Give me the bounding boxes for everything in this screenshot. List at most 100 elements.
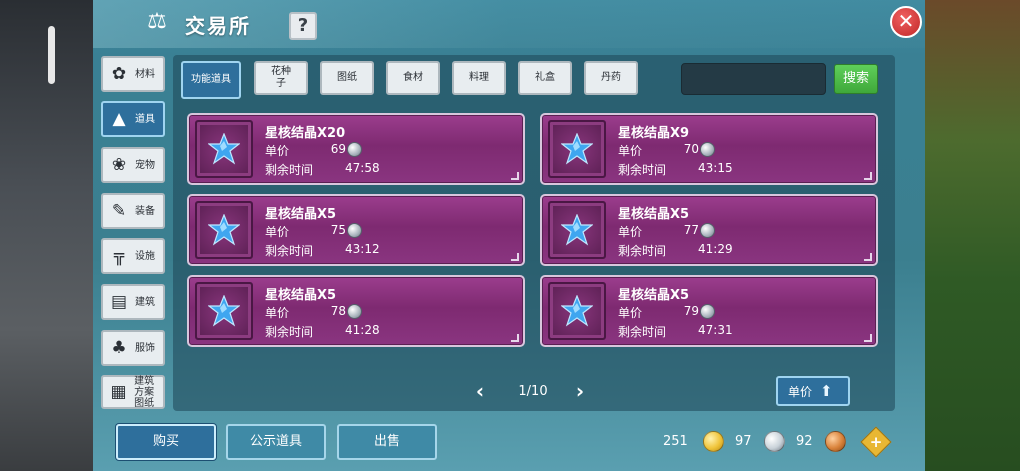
silver-coin-icon: [347, 223, 362, 238]
tab-label: 功能道具: [191, 74, 231, 85]
star-crystal-icon: [561, 133, 593, 165]
category-equipment[interactable]: ✎ 装备: [101, 193, 165, 229]
category-label: 道具: [135, 113, 155, 125]
time-left-label: 剩余时间: [618, 244, 667, 258]
tab-pills[interactable]: 丹药: [584, 61, 638, 95]
item-thumbnail: [195, 120, 253, 178]
listing-card[interactable]: 星核结晶X5 单价 77 剩余时间 41:29: [540, 194, 878, 266]
tab-label: 丹药: [601, 72, 621, 83]
item-thumbnail: [548, 282, 606, 340]
time-left-label: 剩余时间: [265, 325, 314, 339]
item-price: 69: [330, 142, 346, 156]
facility-icon: ╦: [113, 246, 125, 266]
tab-ingredients[interactable]: 食材: [386, 61, 440, 95]
blueprint-icon: ▦: [110, 382, 127, 402]
category-items[interactable]: ▲ 道具: [101, 101, 165, 137]
side-drawer-handle[interactable]: [48, 26, 55, 84]
item-name: 星核结晶X5: [265, 207, 337, 222]
item-time-left: 41:29: [698, 242, 733, 256]
plus-icon: +: [869, 433, 883, 451]
page-title: 交易所: [185, 14, 251, 38]
item-name: 星核结晶X5: [265, 288, 337, 303]
copper-amount: 92: [796, 434, 813, 449]
next-page-button[interactable]: ›: [572, 381, 588, 401]
sort-arrow-icon: ⬆: [820, 382, 833, 400]
item-time-left: 47:31: [698, 323, 733, 337]
category-label: 装备: [135, 205, 155, 217]
item-time-left: 41:28: [345, 323, 380, 337]
item-name: 星核结晶X5: [618, 288, 690, 303]
time-left-label: 剩余时间: [618, 163, 667, 177]
gold-coin-icon: [703, 431, 724, 452]
time-left-label: 剩余时间: [618, 325, 667, 339]
item-name: 星核结晶X9: [618, 126, 690, 141]
buy-button[interactable]: 购买: [116, 424, 216, 460]
category-facilities[interactable]: ╦ 设施: [101, 238, 165, 274]
corner-ornament: [511, 334, 519, 342]
category-clothing[interactable]: ♣ 服饰: [101, 330, 165, 366]
price-label: 单价: [618, 144, 643, 158]
corner-ornament: [511, 253, 519, 261]
category-label: 宠物: [135, 159, 155, 171]
prev-page-button[interactable]: ‹: [472, 381, 488, 401]
tab-function-items[interactable]: 功能道具: [181, 61, 241, 99]
star-crystal-icon: [208, 295, 240, 327]
star-crystal-icon: [208, 214, 240, 246]
potion-icon: ▲: [112, 109, 126, 129]
item-name: 星核结晶X20: [265, 126, 346, 141]
category-label: 设施: [135, 250, 155, 262]
category-buildings[interactable]: ▤ 建筑: [101, 284, 165, 320]
silver-coin-icon: [347, 142, 362, 157]
search-button[interactable]: 搜索: [834, 64, 878, 94]
item-price: 79: [683, 304, 699, 318]
sort-label: 单价: [788, 384, 813, 399]
tab-flower-seeds[interactable]: 花种子: [254, 61, 308, 95]
public-items-button[interactable]: 公示道具: [226, 424, 326, 460]
category-label: 建筑方案图纸: [134, 375, 155, 409]
category-blueprints[interactable]: ▦ 建筑方案图纸: [101, 375, 165, 409]
tab-label: 礼盒: [535, 72, 555, 83]
sell-button[interactable]: 出售: [337, 424, 437, 460]
time-left-label: 剩余时间: [265, 163, 314, 177]
price-label: 单价: [618, 225, 643, 239]
time-left-label: 剩余时间: [265, 244, 314, 258]
listing-card[interactable]: 星核结晶X5 单价 78 剩余时间 41:28: [187, 275, 525, 347]
tab-label: 料理: [469, 72, 489, 83]
item-price: 75: [330, 223, 346, 237]
tab-label: 图纸: [337, 72, 357, 83]
item-time-left: 43:12: [345, 242, 380, 256]
silver-coin-icon: [700, 142, 715, 157]
price-label: 单价: [265, 306, 290, 320]
category-pets[interactable]: ❀ 宠物: [101, 147, 165, 183]
armor-icon: ✎: [111, 201, 127, 221]
tab-gift-boxes[interactable]: 礼盒: [518, 61, 572, 95]
chevron-right-icon: ›: [575, 379, 585, 403]
silver-coin-icon: [700, 304, 715, 319]
category-materials[interactable]: ✿ 材料: [101, 56, 165, 92]
corner-ornament: [511, 172, 519, 180]
item-time-left: 43:15: [698, 161, 733, 175]
game-background-right: [925, 0, 1020, 471]
tab-dishes[interactable]: 料理: [452, 61, 506, 95]
item-thumbnail: [195, 201, 253, 259]
silver-coin-icon: [764, 431, 785, 452]
item-thumbnail: [548, 120, 606, 178]
close-icon: ✕: [897, 9, 915, 33]
listing-card[interactable]: 星核结晶X20 单价 69 剩余时间 47:58: [187, 113, 525, 185]
search-input[interactable]: [681, 63, 826, 95]
close-button[interactable]: ✕: [890, 6, 922, 38]
listing-card[interactable]: 星核结晶X9 单价 70 剩余时间 43:15: [540, 113, 878, 185]
category-label: 服饰: [135, 342, 155, 354]
sort-by-price-button[interactable]: 单价 ⬆: [776, 376, 850, 406]
corner-ornament: [864, 172, 872, 180]
listing-card[interactable]: 星核结晶X5 单价 75 剩余时间 43:12: [187, 194, 525, 266]
corner-ornament: [864, 334, 872, 342]
gold-amount: 251: [663, 434, 688, 449]
silver-coin-icon: [347, 304, 362, 319]
tab-blueprints[interactable]: 图纸: [320, 61, 374, 95]
item-price: 77: [683, 223, 699, 237]
help-button[interactable]: ?: [289, 12, 317, 40]
category-label: 建筑: [135, 296, 155, 308]
listing-card[interactable]: 星核结晶X5 单价 79 剩余时间 47:31: [540, 275, 878, 347]
star-crystal-icon: [208, 133, 240, 165]
